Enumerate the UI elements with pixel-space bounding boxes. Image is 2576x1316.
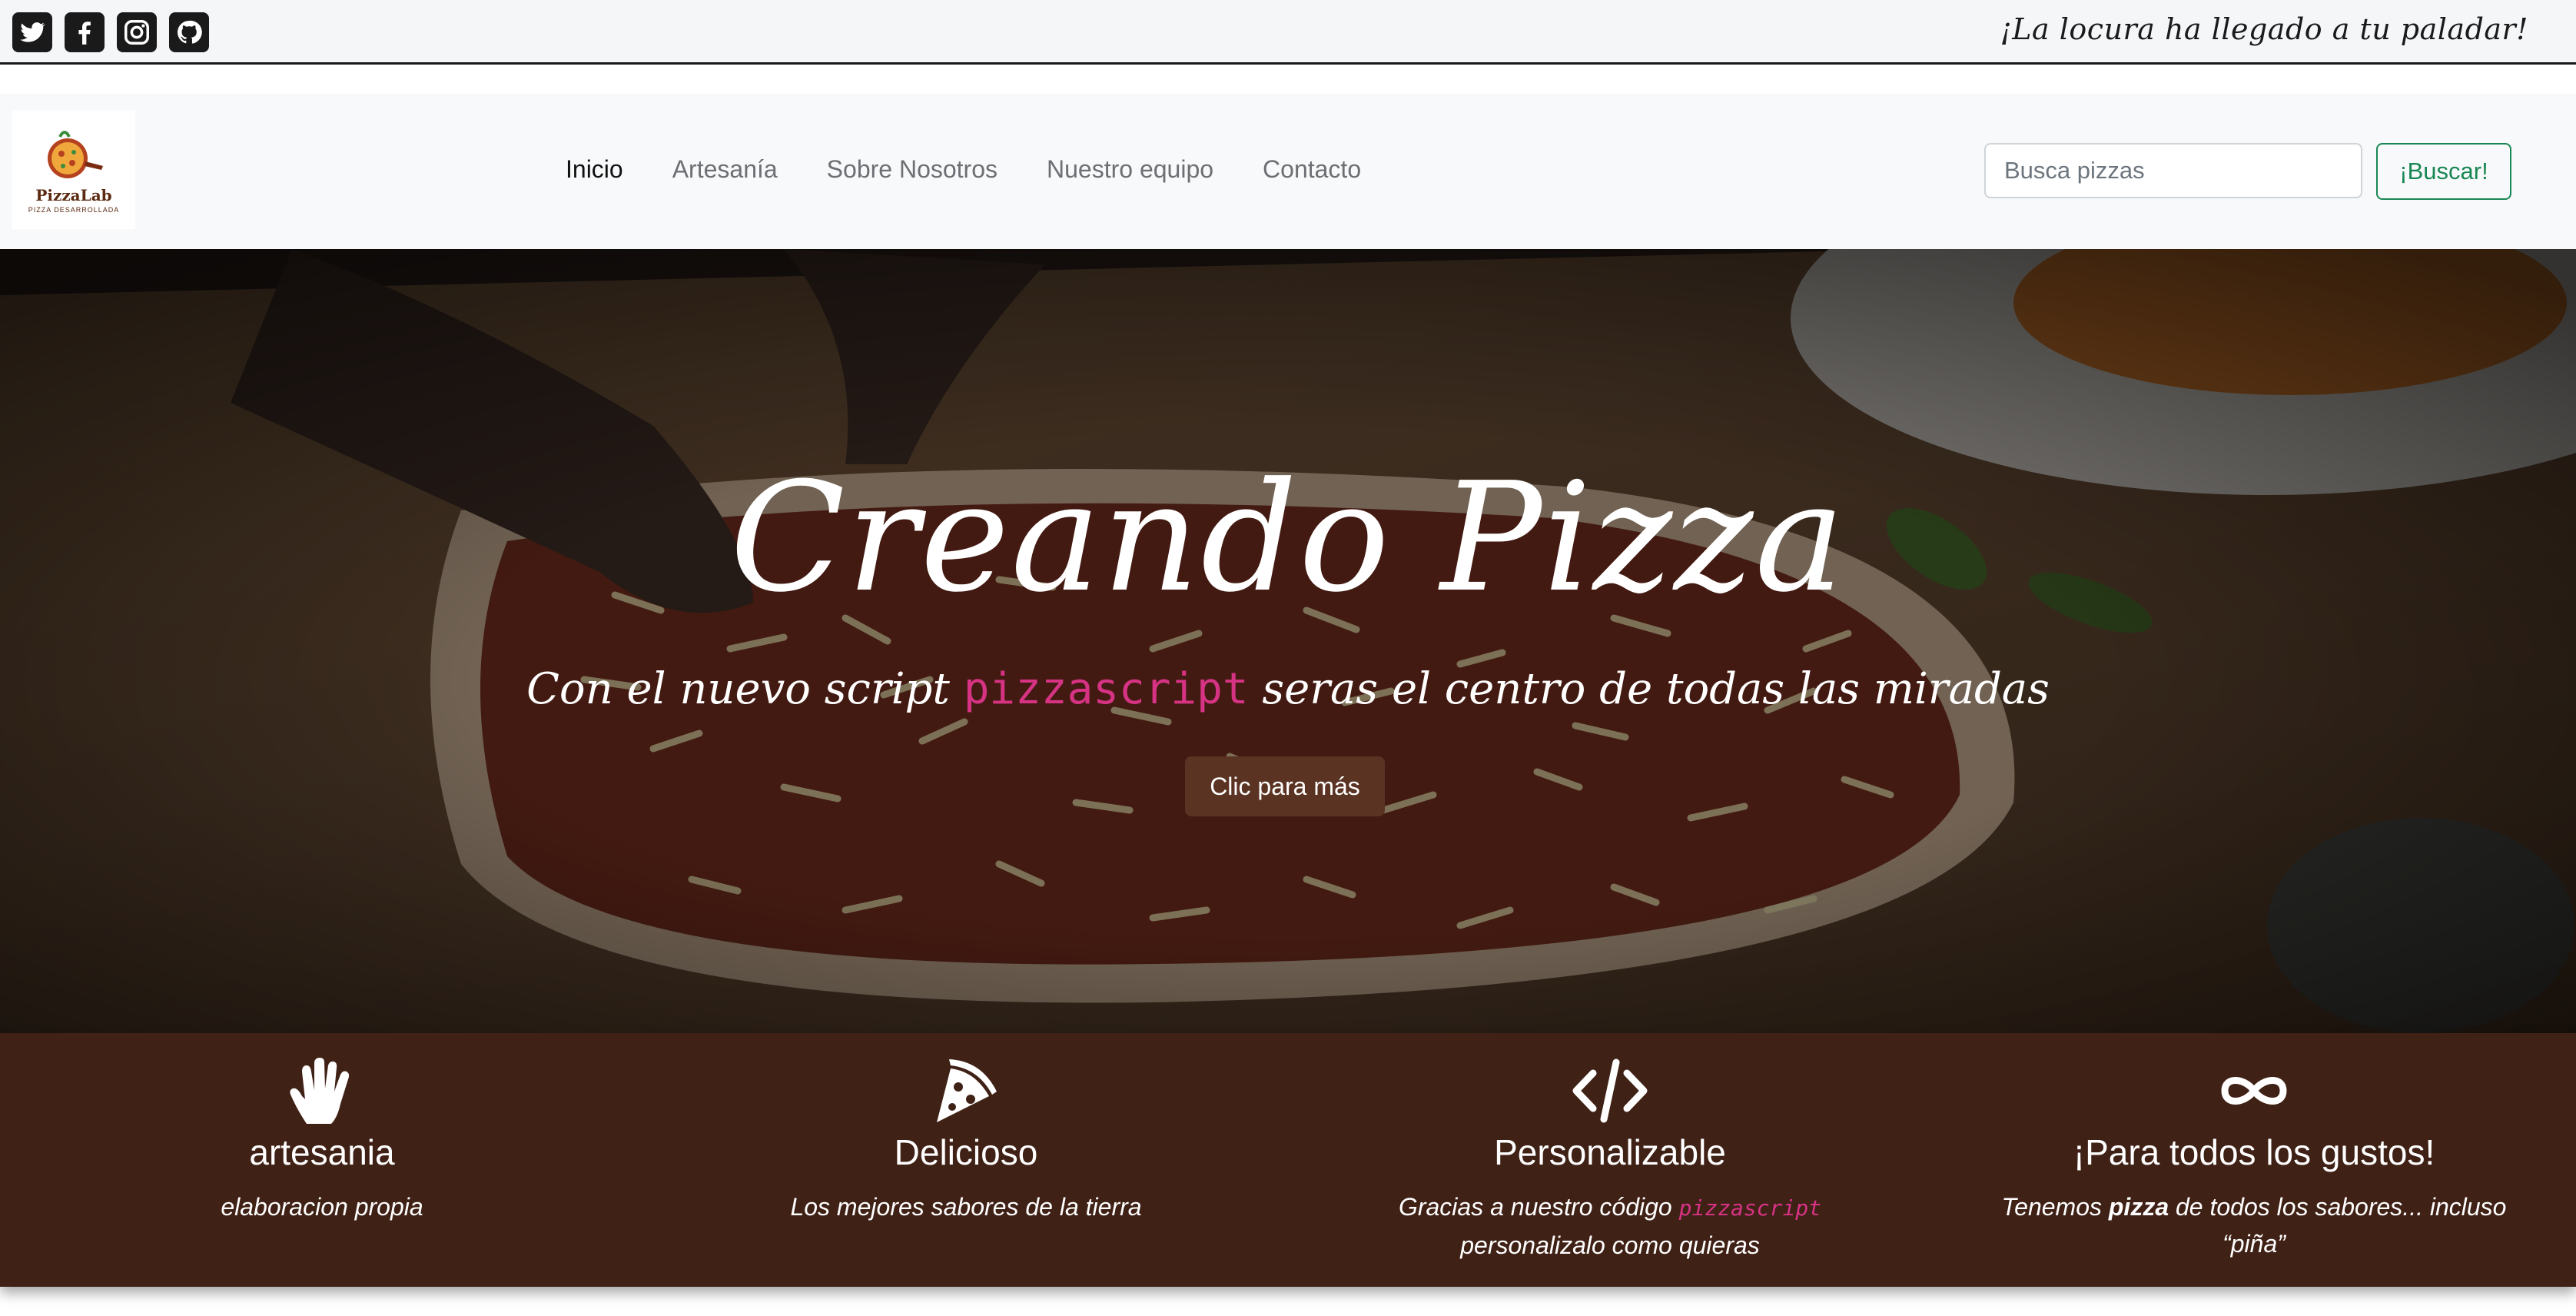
- pizza-slice-icon: [937, 1059, 997, 1122]
- hero-subtitle-text-before: Con el nuevo script: [526, 664, 964, 714]
- search-input[interactable]: [1984, 143, 2362, 198]
- more-info-button[interactable]: Clic para más: [1185, 756, 1385, 816]
- social-links: [12, 12, 209, 52]
- hero-subtitle-code: pizzascript: [963, 664, 1249, 714]
- hero-title: Creando Pizza: [729, 450, 1847, 626]
- hero-background-image: [0, 249, 2576, 1033]
- twitter-icon[interactable]: [12, 12, 52, 52]
- feature-description: Los mejores sabores de la tierra: [790, 1193, 1142, 1221]
- feature-description-text-after: de todos los sabores... incluso “piña”: [2169, 1193, 2507, 1258]
- pizza-pan-logo-icon: [48, 131, 103, 178]
- feature-description-bold: pizza: [2108, 1193, 2169, 1221]
- instagram-icon[interactable]: [117, 12, 157, 52]
- main-navbar: PizzaLab PIZZA DESARROLLADA Inicio Artes…: [0, 94, 2576, 249]
- feature-delicioso: Delicioso Los mejores sabores de la tier…: [644, 1033, 1288, 1287]
- hero-subtitle: Con el nuevo script pizzascript seras el…: [0, 664, 2576, 714]
- nav-link-artesania[interactable]: Artesanía: [672, 155, 778, 184]
- feature-description: Tenemos pizza de todos los sabores... in…: [1978, 1188, 2530, 1262]
- nav-link-nuestro-equipo[interactable]: Nuestro equipo: [1047, 155, 1213, 184]
- feature-description: Gracias a nuestro código pizzascript per…: [1334, 1188, 1886, 1264]
- infinity-icon: [2221, 1077, 2287, 1105]
- feature-description: elaboracion propia: [221, 1193, 423, 1221]
- nav-link-inicio[interactable]: Inicio: [566, 155, 623, 184]
- feature-title: ¡Para todos los gustos!: [2073, 1132, 2435, 1172]
- hand-icon: [290, 1058, 350, 1124]
- facebook-icon[interactable]: [65, 12, 105, 52]
- feature-artesania: artesania elaboracion propia: [0, 1033, 644, 1287]
- nav-link-sobre-nosotros[interactable]: Sobre Nosotros: [827, 155, 998, 184]
- feature-description-code: pizzascript: [1678, 1195, 1822, 1221]
- logo-subtitle: PIZZA DESARROLLADA: [28, 206, 120, 214]
- feature-description-text-before: Gracias a nuestro código: [1398, 1193, 1679, 1221]
- logo-title: PizzaLab: [35, 186, 112, 204]
- feature-title: Delicioso: [894, 1132, 1038, 1172]
- feature-para-todos: ¡Para todos los gustos! Tenemos pizza de…: [1932, 1033, 2576, 1287]
- nav-links: Inicio Artesanía Sobre Nosotros Nuestro …: [566, 155, 1410, 184]
- feature-title: Personalizable: [1494, 1132, 1726, 1172]
- hero-subtitle-text-after: seras el centro de todas las miradas: [1248, 664, 2050, 714]
- pizzalab-logo[interactable]: PizzaLab PIZZA DESARROLLADA: [12, 111, 135, 229]
- feature-personalizable: Personalizable Gracias a nuestro código …: [1288, 1033, 1932, 1287]
- code-icon: [1572, 1058, 1648, 1123]
- github-icon[interactable]: [169, 12, 209, 52]
- feature-description-text-after: personalizalo como quieras: [1460, 1231, 1760, 1259]
- feature-title: artesania: [249, 1132, 395, 1172]
- search-button[interactable]: ¡Buscar!: [2376, 143, 2511, 200]
- tagline: ¡La locura ha llegado a tu paladar!: [2000, 12, 2528, 46]
- feature-description-text-before: Tenemos: [2001, 1193, 2109, 1221]
- nav-link-contacto[interactable]: Contacto: [1263, 155, 1361, 184]
- features-section: artesania elaboracion propia Delicioso L…: [0, 1033, 2576, 1287]
- top-social-bar: ¡La locura ha llegado a tu paladar!: [0, 0, 2576, 65]
- hero-banner: Creando Pizza Con el nuevo script pizzas…: [0, 249, 2576, 1033]
